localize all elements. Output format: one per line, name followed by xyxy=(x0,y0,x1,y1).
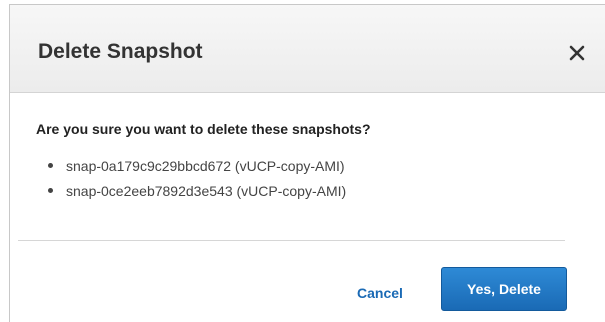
list-item: snap-0ce2eeb7892d3e543 (vUCP-copy-AMI) xyxy=(36,181,346,206)
snapshot-label: snap-0ce2eeb7892d3e543 (vUCP-copy-AMI) xyxy=(66,183,347,199)
list-item: snap-0a179c9c29bbcd672 (vUCP-copy-AMI) xyxy=(36,156,346,181)
dialog-title: Delete Snapshot xyxy=(38,40,203,63)
confirmation-question: Are you sure you want to delete these sn… xyxy=(36,121,371,137)
snapshot-list: snap-0a179c9c29bbcd672 (vUCP-copy-AMI) s… xyxy=(36,156,346,206)
bullet-icon xyxy=(48,188,53,193)
snapshot-label: snap-0a179c9c29bbcd672 (vUCP-copy-AMI) xyxy=(66,158,345,174)
dialog-header: Delete Snapshot xyxy=(10,5,605,93)
footer-divider xyxy=(18,240,565,241)
cancel-button[interactable]: Cancel xyxy=(357,285,403,301)
yes-delete-button[interactable]: Yes, Delete xyxy=(441,267,567,311)
bullet-icon xyxy=(48,163,53,168)
close-icon[interactable] xyxy=(567,43,587,63)
